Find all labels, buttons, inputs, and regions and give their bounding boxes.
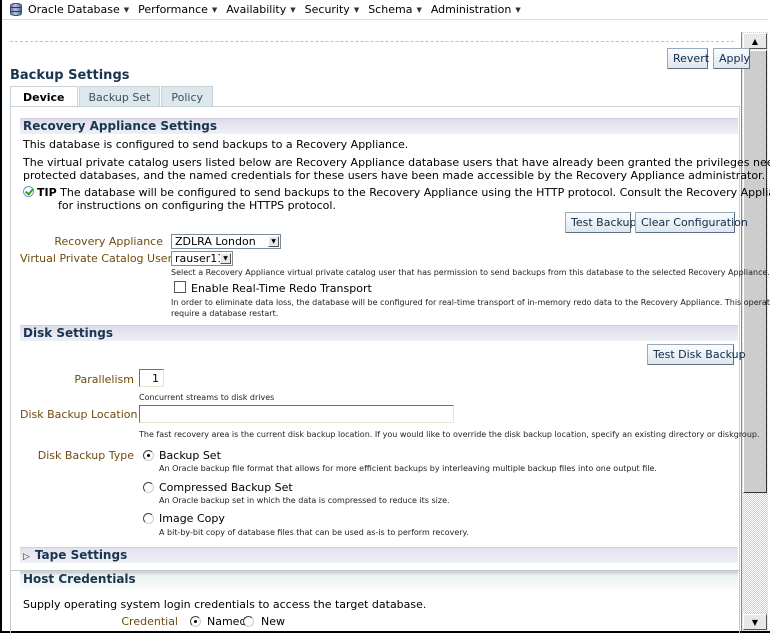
radio-credential-new-label[interactable]: New: [261, 615, 285, 628]
chevron-down-icon: ▼: [123, 5, 130, 14]
host-credentials-intro: Supply operating system login credential…: [23, 598, 427, 611]
dropdown-arrow-icon: ▼: [220, 253, 231, 264]
tip-label: TIP: [37, 186, 57, 199]
chevron-down-icon: ▼: [515, 5, 521, 14]
radio-credential-named-label[interactable]: Named: [207, 615, 246, 628]
section-header-tape-settings[interactable]: ▷ Tape Settings: [20, 547, 738, 563]
menu-performance[interactable]: Performance ▼: [138, 3, 217, 16]
revert-button[interactable]: Revert: [667, 48, 709, 69]
chevron-down-icon: ▼: [416, 5, 422, 14]
disk-backup-location-label: Disk Backup Location: [20, 408, 138, 421]
menu-schema[interactable]: Schema ▼: [368, 3, 422, 16]
tab-backup-set[interactable]: Backup Set: [78, 86, 161, 107]
recovery-desc-line1: The virtual private catalog users listed…: [23, 156, 770, 169]
select-value: ZDLRA London: [175, 235, 256, 248]
tip-line2: for instructions on configuring the HTTP…: [58, 199, 336, 212]
clear-configuration-button[interactable]: Clear Configuration: [635, 212, 748, 233]
recovery-appliance-label: Recovery Appliance: [54, 235, 163, 248]
vpc-user-label: Virtual Private Catalog User: [20, 252, 173, 265]
dropdown-arrow-icon: ▼: [268, 236, 279, 247]
select-value: rauser11: [175, 252, 225, 265]
menu-oracle-database[interactable]: Oracle Database ▼: [10, 3, 129, 16]
realtime-redo-checkbox[interactable]: [174, 281, 186, 293]
realtime-redo-hint-line1: In order to eliminate data loss, the dat…: [171, 298, 770, 307]
radio-image-copy-label[interactable]: Image Copy: [159, 512, 225, 525]
menu-administration[interactable]: Administration ▼: [431, 3, 521, 16]
menu-label: Schema: [368, 3, 413, 16]
tab-device[interactable]: Device: [10, 86, 78, 108]
realtime-redo-hint-line2: require a database restart.: [171, 309, 279, 318]
test-disk-backup-button[interactable]: Test Disk Backup: [647, 344, 746, 365]
vpc-user-select[interactable]: rauser11 ▼: [171, 251, 233, 266]
radio-image-copy[interactable]: [143, 513, 154, 524]
parallelism-hint: Concurrent streams to disk drives: [139, 393, 275, 402]
menu-label: Security: [304, 3, 350, 16]
radio-compressed-backup-set-label[interactable]: Compressed Backup Set: [159, 481, 293, 494]
section-header-host-credentials: Host Credentials: [20, 571, 738, 589]
tab-bar: Device Backup Set Policy: [10, 86, 214, 108]
chevron-down-icon: ▼: [353, 5, 360, 14]
global-menubar: Oracle Database ▼ Performance ▼ Availabi…: [2, 0, 768, 20]
menu-label: Availability: [226, 3, 287, 16]
radio-backup-set-label[interactable]: Backup Set: [159, 449, 221, 462]
test-backup-button[interactable]: Test Backup: [565, 212, 636, 233]
radio-compressed-backup-set[interactable]: [143, 482, 154, 493]
chevron-down-icon: ▼: [211, 5, 218, 14]
recovery-desc-line2: protected databases, and the named crede…: [23, 169, 766, 182]
menu-availability[interactable]: Availability ▼: [226, 3, 295, 16]
dashed-divider: [10, 41, 734, 42]
parallelism-input[interactable]: [139, 369, 164, 387]
radio-credential-named[interactable]: [190, 616, 201, 627]
section-header-recovery-appliance: Recovery Appliance Settings: [20, 118, 738, 134]
backup-set-hint: An Oracle backup file format that allows…: [159, 464, 657, 473]
apply-button[interactable]: Apply: [713, 48, 750, 69]
database-icon: [10, 3, 22, 16]
realtime-redo-label[interactable]: Enable Real-Time Redo Transport: [191, 282, 372, 295]
parallelism-label: Parallelism: [74, 373, 134, 386]
checkmark-tip-icon: [23, 186, 34, 197]
disk-backup-type-label: Disk Backup Type: [37, 449, 134, 462]
disclosure-triangle-icon[interactable]: ▷: [23, 550, 30, 564]
credential-label: Credential: [121, 615, 178, 628]
vertical-scrollbar[interactable]: ▲ ▼: [741, 32, 768, 631]
disk-backup-location-hint: The fast recovery area is the current di…: [139, 430, 760, 439]
compressed-backup-set-hint: An Oracle backup set in which the data i…: [159, 496, 450, 505]
recovery-appliance-select[interactable]: ZDLRA London ▼: [171, 234, 281, 249]
recovery-intro-text: This database is configured to send back…: [23, 138, 409, 151]
menu-label: Administration: [430, 3, 512, 16]
menu-label: Performance: [138, 3, 208, 16]
menu-security[interactable]: Security ▼: [305, 3, 360, 16]
disk-backup-location-input[interactable]: [139, 405, 454, 423]
page-title: Backup Settings: [10, 68, 130, 83]
radio-credential-new[interactable]: [243, 616, 254, 627]
chevron-down-icon: ▼: [290, 5, 296, 14]
image-copy-hint: A bit-by-bit copy of database files that…: [159, 528, 469, 537]
scroll-down-button[interactable]: ▼: [743, 614, 767, 630]
scroll-up-button[interactable]: ▲: [743, 33, 767, 49]
section-header-disk-settings: Disk Settings: [20, 325, 738, 341]
radio-backup-set[interactable]: [143, 450, 154, 461]
tab-policy[interactable]: Policy: [161, 86, 214, 107]
vpc-user-hint: Select a Recovery Appliance virtual priv…: [171, 268, 770, 277]
menu-label: Oracle Database: [28, 3, 120, 16]
tip-text: The database will be configured to send …: [60, 186, 770, 199]
tape-settings-title: Tape Settings: [34, 548, 128, 562]
tip-line1: TIP The database will be configured to s…: [23, 186, 770, 199]
